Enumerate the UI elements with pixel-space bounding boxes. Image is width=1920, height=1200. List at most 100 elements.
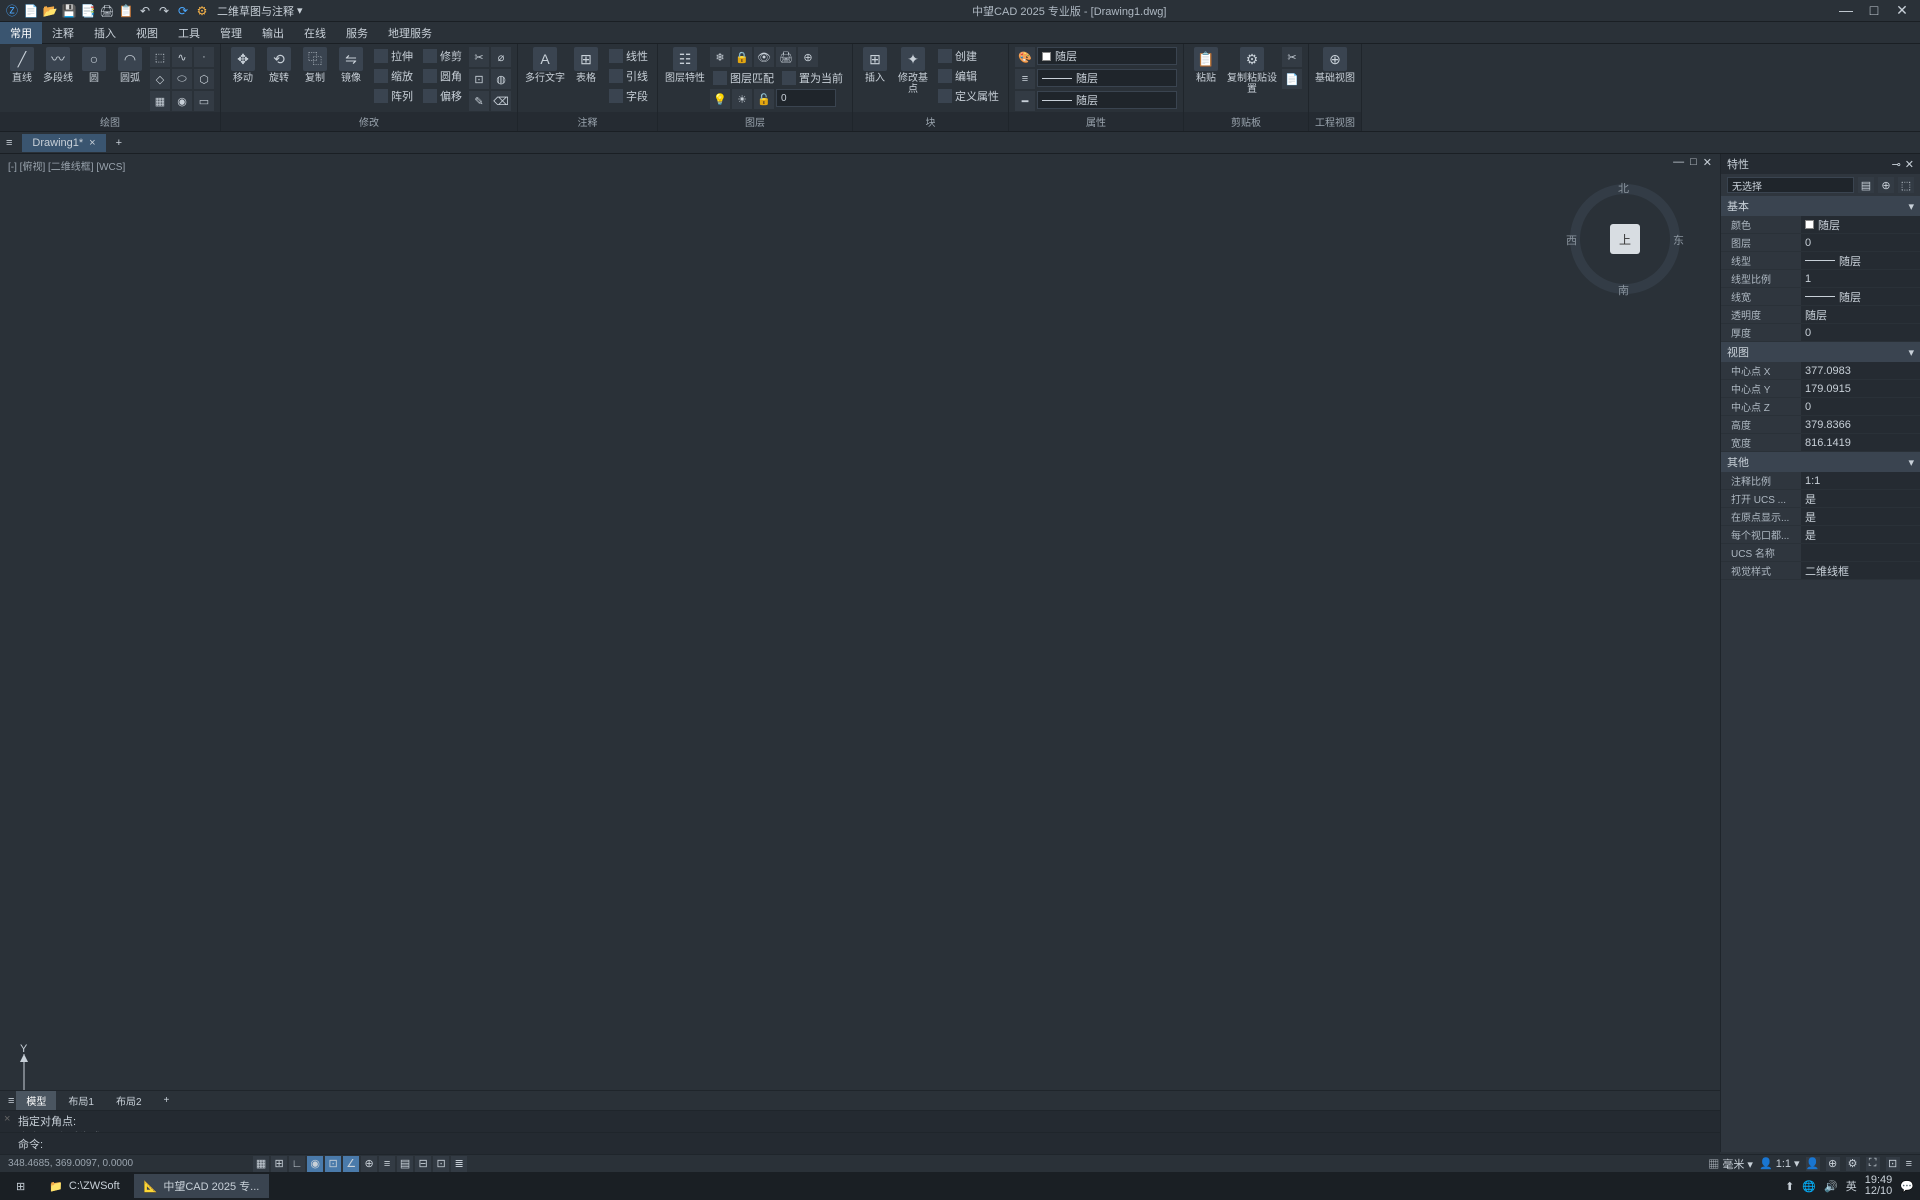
dyn-toggle[interactable]: ⊕ [361,1156,377,1172]
group-other[interactable]: 其他▾ [1721,452,1920,472]
property-row[interactable]: 线型比例1 [1721,270,1920,288]
ly8[interactable]: 🔓 [754,89,774,109]
tr-toggle[interactable]: ▤ [397,1156,413,1172]
paste-settings-button[interactable]: ⚙复制粘贴设置 [1226,47,1278,95]
draw-sm7[interactable]: ▦ [150,91,170,111]
draw-sm5[interactable]: ⬭ [172,69,192,89]
fillet-button[interactable]: 圆角 [420,67,465,85]
property-row[interactable]: 线型随层 [1721,252,1920,270]
line-button[interactable]: ╱直线 [6,47,38,84]
match-prop-icon[interactable]: 🎨 [1015,47,1035,67]
selection-dropdown[interactable]: 无选择 [1727,177,1854,193]
scale-button[interactable]: 缩放 [371,67,416,85]
layer-match-button[interactable]: 图层匹配 [710,69,777,87]
circle-button[interactable]: ○圆 [78,47,110,84]
leader-button[interactable]: 引线 [606,67,651,85]
explorer-task[interactable]: 📁 C:\ZWSoft [39,1174,129,1198]
tray-ic1[interactable]: ⬆ [1785,1180,1794,1193]
new-icon[interactable]: 📄 [23,3,39,19]
layout-model[interactable]: 模型 [16,1091,56,1110]
ly3[interactable]: 👁 [754,47,774,67]
group-basic[interactable]: 基本▾ [1721,196,1920,216]
tab-service[interactable]: 服务 [336,22,378,44]
doctabs-menu-icon[interactable]: ≡ [6,137,12,149]
ime-indicator[interactable]: 英 [1846,1178,1857,1194]
maximize-button[interactable]: □ [1864,2,1884,19]
cmd-close-icon[interactable]: × [4,1113,10,1125]
trim-button[interactable]: 修剪 [420,47,465,65]
property-row[interactable]: 透明度随层 [1721,306,1920,324]
app-icon[interactable]: Ⓩ [4,3,20,19]
view-cube[interactable]: 上 北 南 东 西 [1570,184,1680,294]
close-button[interactable]: ✕ [1892,2,1912,19]
tab-geo[interactable]: 地理服务 [378,22,442,44]
property-row[interactable]: 宽度816.1419 [1721,434,1920,452]
mtext-button[interactable]: A多行文字 [524,47,566,84]
refresh-icon[interactable]: ⟳ [175,3,191,19]
tab-insert[interactable]: 插入 [84,22,126,44]
field-button[interactable]: 字段 [606,87,651,105]
tab-output[interactable]: 输出 [252,22,294,44]
layer-current-button[interactable]: 置为当前 [779,69,846,87]
tab-view[interactable]: 视图 [126,22,168,44]
workspace-dropdown[interactable]: 二维草图与注释 [217,3,294,19]
property-row[interactable]: 视觉样式二维线框 [1721,562,1920,580]
sr5[interactable]: ⊡ [1886,1157,1900,1171]
layer-dropdown[interactable]: 0 [776,89,836,107]
ly5[interactable]: ⊕ [798,47,818,67]
props-close-icon[interactable]: ✕ [1905,158,1914,171]
viewport-label[interactable]: [-] [俯视] [二维线框] [WCS] [8,158,125,173]
paste-button[interactable]: 📋粘贴 [1190,47,1222,84]
panel-annotate-title[interactable]: 注释 [518,112,657,131]
polar-toggle[interactable]: ◉ [307,1156,323,1172]
baseview-button[interactable]: ⊕基础视图 [1315,47,1355,84]
polyline-button[interactable]: 〰多段线 [42,47,74,84]
layout-add[interactable]: + [154,1093,180,1108]
draw-sm8[interactable]: ◉ [172,91,192,111]
property-row[interactable]: 颜色随层 [1721,216,1920,234]
layout-menu-icon[interactable]: ≡ [8,1095,14,1107]
layer-props-button[interactable]: ☷图层特性 [664,47,706,84]
layout-2[interactable]: 布局2 [106,1091,152,1110]
command-line[interactable]: 命令: [0,1132,1720,1154]
cut-icon[interactable]: ✂ [1282,47,1302,67]
grid-toggle[interactable]: ▦ [253,1156,269,1172]
qp-toggle[interactable]: ⊟ [415,1156,431,1172]
array-button[interactable]: 阵列 [371,87,416,105]
copy-icon[interactable]: 📋 [118,3,134,19]
saveas-icon[interactable]: 📑 [80,3,96,19]
mod-sm5[interactable]: ✎ [469,91,489,111]
panel-eng-title[interactable]: 工程视图 [1309,112,1361,131]
sr3[interactable]: ⚙ [1846,1157,1860,1171]
vp-close-icon[interactable]: ✕ [1703,156,1712,169]
ly7[interactable]: ☀ [732,89,752,109]
notif-icon[interactable]: 💬 [1900,1180,1914,1193]
drawing-canvas[interactable]: [-] [俯视] [二维线框] [WCS] — □ ✕ 上 北 南 东 西 X … [0,154,1720,1152]
panel-modify-title[interactable]: 修改 [221,112,517,131]
snap-toggle[interactable]: ⊞ [271,1156,287,1172]
property-row[interactable]: 高度379.8366 [1721,416,1920,434]
draw-sm2[interactable]: ∿ [172,47,192,67]
vp-max-icon[interactable]: □ [1690,156,1697,169]
ortho-toggle[interactable]: ∟ [289,1156,305,1172]
rotate-button[interactable]: ⟲旋转 [263,47,295,84]
offset-button[interactable]: 偏移 [420,87,465,105]
sc-toggle[interactable]: ⊡ [433,1156,449,1172]
vp-min-icon[interactable]: — [1673,156,1684,169]
linetype-dropdown[interactable]: 随层 [1037,69,1177,87]
list-icon[interactable]: ≡ [1015,69,1035,89]
units-label[interactable]: ▦ 毫米 ▾ [1708,1156,1753,1172]
draw-sm6[interactable]: ⬡ [194,69,214,89]
lw-icon[interactable]: ━ [1015,91,1035,111]
command-input[interactable] [47,1138,1712,1150]
sr2[interactable]: ⊕ [1826,1157,1840,1171]
draw-sm9[interactable]: ▭ [194,91,214,111]
zwcad-task[interactable]: 📐 中望CAD 2025 专... [134,1174,270,1198]
document-tab[interactable]: Drawing1*× [22,134,105,152]
copy-button[interactable]: ⿻复制 [299,47,331,84]
tab-online[interactable]: 在线 [294,22,336,44]
color-dropdown[interactable]: 随层 [1037,47,1177,65]
otrack-toggle[interactable]: ∠ [343,1156,359,1172]
tab-common[interactable]: 常用 [0,22,42,44]
props-pin-icon[interactable]: ⊸ [1892,158,1901,171]
